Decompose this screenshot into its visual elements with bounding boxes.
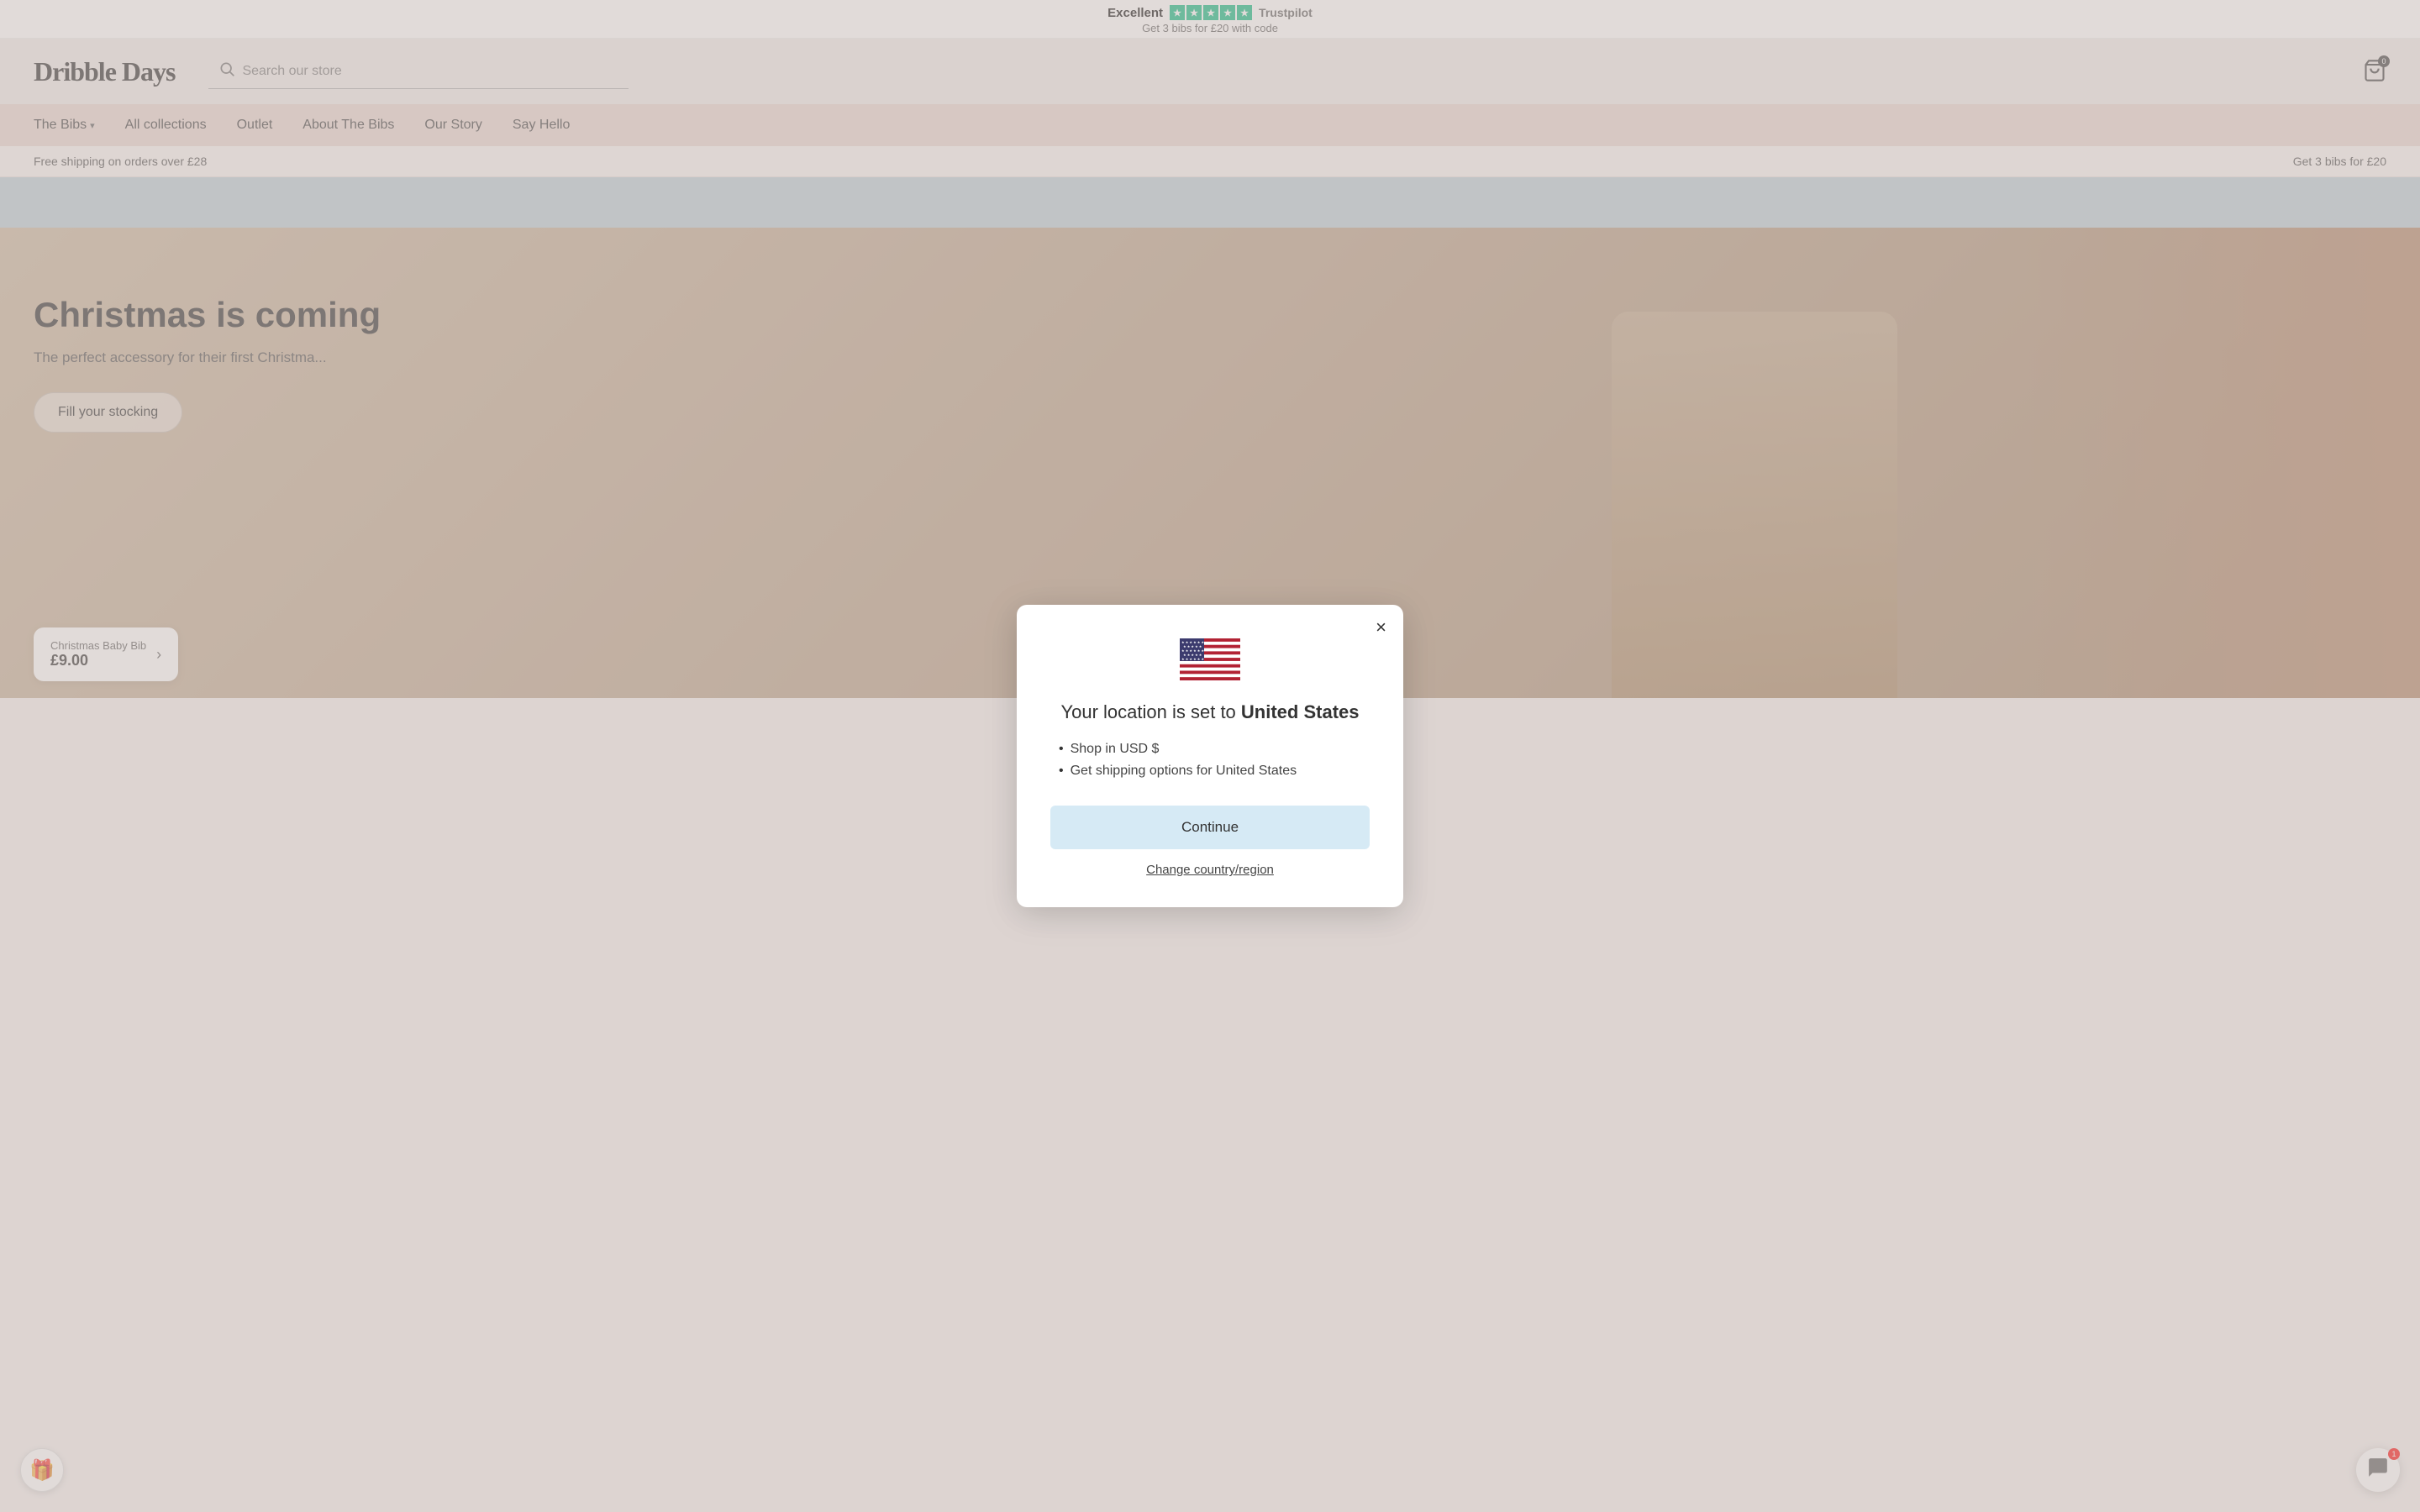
- flag-container: ★ ★ ★ ★ ★ ★ ★ ★ ★ ★ ★ ★ ★ ★ ★ ★ ★ ★ ★ ★ …: [1180, 638, 1240, 685]
- modal-bullet-2: Get shipping options for United States: [1059, 764, 1370, 779]
- modal-bullets: Shop in USD $ Get shipping options for U…: [1050, 742, 1370, 785]
- location-modal: × ★ ★ ★ ★ ★ ★ ★ ★ ★ ★ ★ ★ ★ ★ ★ ★ ★ ★ ★ …: [1017, 605, 1403, 908]
- change-region-button[interactable]: Change country/region: [1146, 863, 1274, 877]
- modal-overlay: × ★ ★ ★ ★ ★ ★ ★ ★ ★ ★ ★ ★ ★ ★ ★ ★ ★ ★ ★ …: [0, 0, 2420, 1512]
- us-flag-icon: ★ ★ ★ ★ ★ ★ ★ ★ ★ ★ ★ ★ ★ ★ ★ ★ ★ ★ ★ ★ …: [1180, 638, 1240, 680]
- modal-close-button[interactable]: ×: [1376, 618, 1386, 637]
- modal-bullet-1: Shop in USD $: [1059, 742, 1370, 757]
- modal-title: Your location is set to United States: [1060, 700, 1359, 726]
- modal-location: United States: [1241, 701, 1360, 722]
- continue-button[interactable]: Continue: [1050, 806, 1370, 849]
- svg-text:★ ★ ★ ★ ★ ★: ★ ★ ★ ★ ★ ★: [1181, 657, 1204, 661]
